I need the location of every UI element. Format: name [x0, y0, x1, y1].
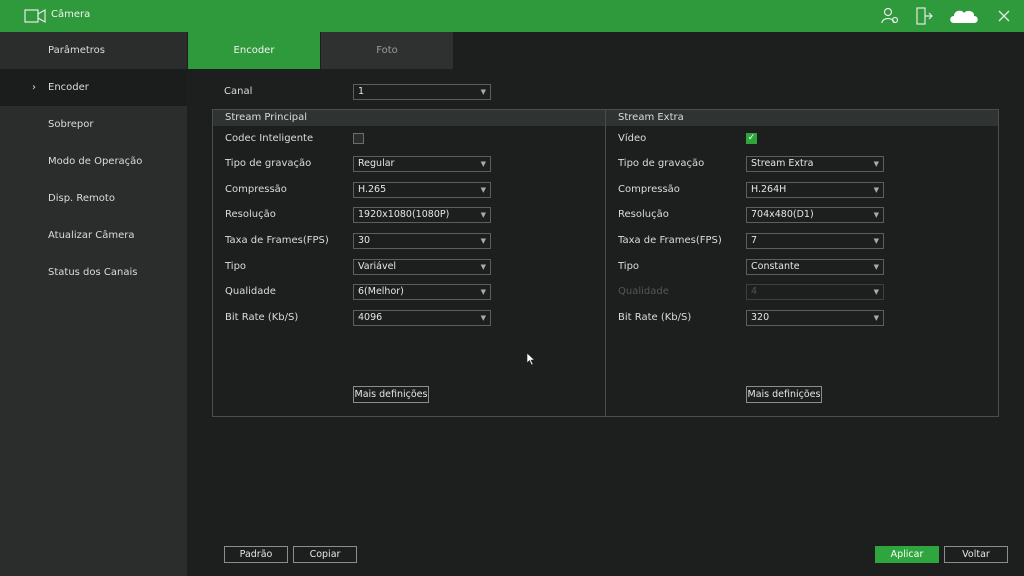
chevron-down-icon: ▼ — [873, 160, 879, 168]
extra-bitrate-value: 320 — [751, 312, 770, 323]
camera-icon — [24, 9, 46, 23]
extra-rec-type-label: Tipo de gravação — [618, 158, 705, 169]
main-rec-type-value: Regular — [358, 158, 395, 169]
chevron-down-icon: ▼ — [480, 314, 486, 322]
extra-fps-select[interactable]: 7 ▼ — [746, 233, 884, 249]
sidebar-item-atualizar-camera[interactable]: Atualizar Câmera — [0, 217, 187, 254]
sidebar-item-label: Modo de Operação — [48, 156, 143, 167]
chevron-down-icon: ▼ — [873, 237, 879, 245]
extra-more-settings-button[interactable]: Mais definições — [746, 386, 822, 403]
export-icon[interactable] — [914, 6, 934, 26]
main-quality-select[interactable]: 6(Melhor) ▼ — [353, 284, 491, 300]
extra-quality-value: 4 — [751, 286, 758, 297]
extra-type-select[interactable]: Constante ▼ — [746, 259, 884, 275]
chevron-down-icon: ▼ — [873, 314, 879, 322]
extra-bitrate-label: Bit Rate (Kb/S) — [618, 312, 692, 323]
video-checkbox[interactable]: ✓ — [746, 133, 757, 144]
video-label: Vídeo — [618, 133, 647, 144]
main-resolution-label: Resolução — [225, 209, 276, 220]
sidebar-item-label: Status dos Canais — [48, 267, 138, 278]
sidebar-item-label: Disp. Remoto — [48, 193, 115, 204]
sidebar: Parâmetros › Encoder Sobrepor Modo de Ope… — [0, 32, 187, 576]
extra-type-value: Constante — [751, 261, 800, 272]
main-resolution-select[interactable]: 1920x1080(1080P) ▼ — [353, 207, 491, 223]
sidebar-item-parametros[interactable]: Parâmetros — [0, 32, 187, 69]
check-icon: ✓ — [747, 133, 756, 143]
chevron-down-icon: ▼ — [873, 211, 879, 219]
tab-encoder[interactable]: Encoder — [188, 32, 320, 69]
main-fps-value: 30 — [358, 235, 371, 246]
sidebar-item-status-canais[interactable]: Status dos Canais — [0, 254, 187, 291]
extra-resolution-select[interactable]: 704x480(D1) ▼ — [746, 207, 884, 223]
extra-bitrate-select[interactable]: 320 ▼ — [746, 310, 884, 326]
chevron-down-icon: ▼ — [873, 263, 879, 271]
canal-select[interactable]: 1 ▼ — [353, 84, 491, 100]
main-resolution-value: 1920x1080(1080P) — [358, 209, 450, 220]
extra-fps-value: 7 — [751, 235, 758, 246]
extra-stream-title: Stream Extra — [606, 110, 998, 126]
main-compression-label: Compressão — [225, 184, 287, 195]
extra-quality-select: 4 ▼ — [746, 284, 884, 300]
extra-quality-label: Qualidade — [618, 286, 669, 297]
mouse-cursor-icon — [526, 352, 536, 366]
main-more-settings-button[interactable]: Mais definições — [353, 386, 429, 403]
chevron-down-icon: ▼ — [480, 288, 486, 296]
title-bar: Câmera — [0, 0, 1024, 32]
cloud-icon[interactable] — [948, 6, 980, 26]
chevron-down-icon: ▼ — [480, 186, 486, 194]
chevron-down-icon: ▼ — [873, 288, 879, 296]
sidebar-item-label: Sobrepor — [48, 119, 94, 130]
main-quality-label: Qualidade — [225, 286, 276, 297]
main-bitrate-label: Bit Rate (Kb/S) — [225, 312, 299, 323]
main-fps-label: Taxa de Frames(FPS) — [225, 235, 329, 246]
main-compression-select[interactable]: H.265 ▼ — [353, 182, 491, 198]
main-compression-value: H.265 — [358, 184, 387, 195]
extra-resolution-label: Resolução — [618, 209, 669, 220]
codec-label: Codec Inteligente — [225, 133, 314, 144]
sidebar-item-disp-remoto[interactable]: Disp. Remoto — [0, 180, 187, 217]
chevron-down-icon: ▼ — [480, 160, 486, 168]
main-type-label: Tipo — [225, 261, 247, 272]
sidebar-item-label: Encoder — [48, 82, 89, 93]
chevron-down-icon: ▼ — [480, 237, 486, 245]
codec-checkbox[interactable] — [353, 133, 364, 144]
main-bitrate-value: 4096 — [358, 312, 383, 323]
extra-rec-type-value: Stream Extra — [751, 158, 814, 169]
apply-button[interactable]: Aplicar — [875, 546, 939, 563]
main-bitrate-select[interactable]: 4096 ▼ — [353, 310, 491, 326]
canal-value: 1 — [358, 86, 365, 97]
sidebar-item-sobrepor[interactable]: Sobrepor — [0, 106, 187, 143]
chevron-right-icon: › — [32, 82, 36, 93]
main-rec-type-select[interactable]: Regular ▼ — [353, 156, 491, 172]
chevron-down-icon: ▼ — [480, 263, 486, 271]
sidebar-item-label: Atualizar Câmera — [48, 230, 135, 241]
main-type-select[interactable]: Variável ▼ — [353, 259, 491, 275]
extra-fps-label: Taxa de Frames(FPS) — [618, 235, 722, 246]
main-type-value: Variável — [358, 261, 397, 272]
main-stream-title: Stream Principal — [213, 110, 605, 126]
main-rec-type-label: Tipo de gravação — [225, 158, 312, 169]
chevron-down-icon: ▼ — [480, 88, 486, 96]
back-button[interactable]: Voltar — [944, 546, 1008, 563]
copy-button[interactable]: Copiar — [293, 546, 357, 563]
chevron-down-icon: ▼ — [480, 211, 486, 219]
extra-compression-select[interactable]: H.264H ▼ — [746, 182, 884, 198]
extra-type-label: Tipo — [618, 261, 640, 272]
main-fps-select[interactable]: 30 ▼ — [353, 233, 491, 249]
sidebar-item-label: Parâmetros — [48, 45, 105, 56]
window-title: Câmera — [51, 9, 91, 20]
user-settings-icon[interactable] — [880, 6, 900, 26]
tab-foto[interactable]: Foto — [321, 32, 453, 69]
extra-rec-type-select[interactable]: Stream Extra ▼ — [746, 156, 884, 172]
chevron-down-icon: ▼ — [873, 186, 879, 194]
default-button[interactable]: Padrão — [224, 546, 288, 563]
extra-compression-label: Compressão — [618, 184, 680, 195]
sidebar-item-modo-operacao[interactable]: Modo de Operação — [0, 143, 187, 180]
sidebar-item-encoder[interactable]: › Encoder — [0, 69, 187, 106]
extra-resolution-value: 704x480(D1) — [751, 209, 814, 220]
main-quality-value: 6(Melhor) — [358, 286, 404, 297]
close-icon[interactable] — [994, 6, 1014, 26]
extra-compression-value: H.264H — [751, 184, 787, 195]
canal-label: Canal — [224, 86, 253, 97]
